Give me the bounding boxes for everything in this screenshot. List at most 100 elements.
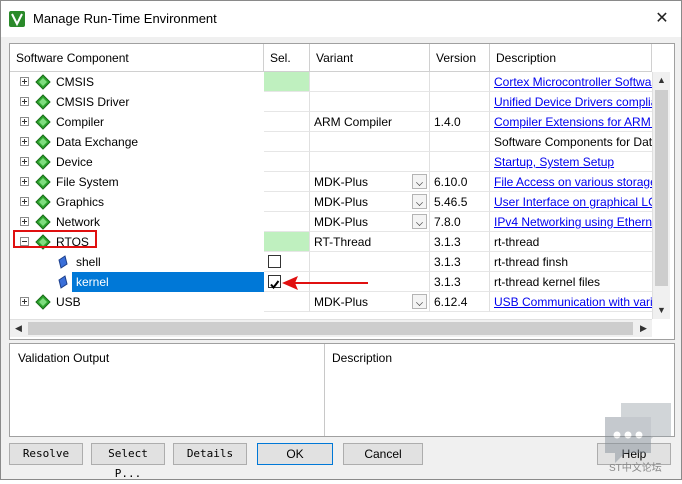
variant-cell bbox=[310, 132, 430, 152]
vertical-scroll-thumb[interactable] bbox=[655, 90, 668, 286]
version-cell bbox=[430, 152, 490, 172]
close-icon[interactable]: ✕ bbox=[647, 5, 677, 33]
horizontal-scroll-thumb[interactable] bbox=[28, 322, 633, 335]
scroll-right-icon[interactable]: ▶ bbox=[635, 320, 652, 337]
expand-icon[interactable] bbox=[20, 297, 29, 306]
header-variant[interactable]: Variant bbox=[310, 44, 430, 72]
description-link[interactable]: USB Communication with vari bbox=[490, 292, 666, 312]
component-cell[interactable]: USB bbox=[10, 292, 264, 312]
table-row[interactable]: Graphics MDK-Plus 5.46.5 User Interface on … bbox=[10, 192, 666, 212]
expand-icon[interactable] bbox=[20, 97, 29, 106]
select-packs-button[interactable]: Select P... bbox=[91, 443, 165, 480]
sel-cell[interactable] bbox=[264, 92, 310, 112]
version-cell bbox=[430, 92, 490, 112]
expand-icon[interactable] bbox=[20, 177, 29, 186]
sel-cell[interactable] bbox=[264, 232, 310, 252]
variant-cell[interactable]: MDK-Plus bbox=[310, 292, 430, 312]
component-cell[interactable]: CMSIS bbox=[10, 72, 264, 92]
resolve-button[interactable]: Resolve bbox=[9, 443, 83, 465]
checkbox[interactable] bbox=[268, 255, 281, 268]
watermark-text: ST中文论坛 bbox=[609, 463, 662, 474]
table-row[interactable]: shell 3.1.3 rt-thread finsh bbox=[10, 252, 666, 272]
expand-icon[interactable] bbox=[20, 137, 29, 146]
component-cell[interactable]: Graphics bbox=[10, 192, 264, 212]
table-row[interactable]: File System MDK-Plus 6.10.0 File Access on … bbox=[10, 172, 666, 192]
sel-cell[interactable] bbox=[264, 212, 310, 232]
variant-value: MDK-Plus bbox=[314, 215, 369, 229]
sel-cell[interactable] bbox=[264, 152, 310, 172]
description-link[interactable]: IPv4 Networking using Etherne bbox=[490, 212, 666, 232]
subcomponent-icon bbox=[58, 255, 68, 272]
sel-cell[interactable] bbox=[264, 72, 310, 92]
chevron-down-icon[interactable] bbox=[412, 194, 427, 209]
component-name: File System bbox=[56, 175, 119, 189]
annotation-arrow bbox=[282, 276, 368, 290]
expand-icon[interactable] bbox=[20, 197, 29, 206]
sel-cell[interactable] bbox=[264, 252, 310, 272]
component-cell[interactable]: CMSIS Driver bbox=[10, 92, 264, 112]
keil-app-icon bbox=[9, 11, 25, 27]
description-link[interactable]: User Interface on graphical LCI bbox=[490, 192, 666, 212]
sel-cell[interactable] bbox=[264, 132, 310, 152]
version-cell: 5.46.5 bbox=[430, 192, 490, 212]
cancel-button[interactable]: Cancel bbox=[343, 443, 423, 465]
variant-cell[interactable]: MDK-Plus bbox=[310, 212, 430, 232]
table-row[interactable]: USB MDK-Plus 6.12.4 USB Communication with … bbox=[10, 292, 666, 312]
component-name: shell bbox=[76, 255, 101, 269]
component-cell[interactable]: Compiler bbox=[10, 112, 264, 132]
ok-button[interactable]: OK bbox=[257, 443, 333, 465]
component-cell[interactable]: File System bbox=[10, 172, 264, 192]
header-software-component[interactable]: Software Component bbox=[10, 44, 264, 72]
chevron-down-icon[interactable] bbox=[412, 294, 427, 309]
header-version[interactable]: Version bbox=[430, 44, 490, 72]
table-row[interactable]: CMSIS Cortex Microcontroller Software bbox=[10, 72, 666, 92]
table-row[interactable]: CMSIS Driver Unified Device Drivers compl… bbox=[10, 92, 666, 112]
chevron-down-icon[interactable] bbox=[412, 174, 427, 189]
component-cell[interactable]: Data Exchange bbox=[10, 132, 264, 152]
table-row[interactable]: Device Startup, System Setup bbox=[10, 152, 666, 172]
component-cell[interactable]: kernel bbox=[58, 272, 264, 292]
header-description[interactable]: Description bbox=[490, 44, 652, 72]
sel-cell[interactable] bbox=[264, 172, 310, 192]
scroll-down-icon[interactable]: ▼ bbox=[653, 302, 670, 319]
check-icon bbox=[270, 280, 280, 290]
scroll-up-icon[interactable]: ▲ bbox=[653, 72, 670, 89]
description-link[interactable]: File Access on various storage bbox=[490, 172, 666, 192]
vertical-scrollbar[interactable]: ▲ ▼ bbox=[652, 72, 670, 319]
component-cell[interactable]: Network bbox=[10, 212, 264, 232]
variant-value: MDK-Plus bbox=[314, 295, 369, 309]
expand-icon[interactable] bbox=[20, 217, 29, 226]
expand-icon[interactable] bbox=[20, 117, 29, 126]
table-row[interactable]: RTOS RT-Thread 3.1.3 rt-thread bbox=[10, 232, 666, 252]
description-link[interactable]: Startup, System Setup bbox=[490, 152, 666, 172]
version-cell: 3.1.3 bbox=[430, 252, 490, 272]
component-gem-icon bbox=[35, 74, 51, 92]
table-row[interactable]: Data Exchange Software Components for Dat… bbox=[10, 132, 666, 152]
description-cell: rt-thread finsh bbox=[490, 252, 666, 272]
rte-window: Manage Run-Time Environment ✕ Software C… bbox=[0, 0, 682, 480]
component-cell[interactable]: shell bbox=[10, 252, 264, 272]
description-link[interactable]: Cortex Microcontroller Software bbox=[490, 72, 666, 92]
table-row[interactable]: Compiler ARM Compiler 1.4.0 Compiler Extens… bbox=[10, 112, 666, 132]
horizontal-scrollbar[interactable]: ◀ ▶ bbox=[10, 319, 652, 337]
description-link[interactable]: Compiler Extensions for ARM C bbox=[490, 112, 666, 132]
sel-cell[interactable] bbox=[264, 112, 310, 132]
variant-cell[interactable]: MDK-Plus bbox=[310, 172, 430, 192]
description-cell: rt-thread kernel files bbox=[490, 272, 666, 292]
variant-cell bbox=[310, 92, 430, 112]
variant-cell[interactable]: MDK-Plus bbox=[310, 192, 430, 212]
component-gem-icon bbox=[35, 114, 51, 132]
component-cell[interactable]: Device bbox=[10, 152, 264, 172]
chevron-down-icon[interactable] bbox=[412, 214, 427, 229]
expand-icon[interactable] bbox=[20, 77, 29, 86]
expand-icon[interactable] bbox=[20, 157, 29, 166]
sel-cell[interactable] bbox=[264, 292, 310, 312]
sel-cell[interactable] bbox=[264, 192, 310, 212]
description-link[interactable]: Unified Device Drivers complia bbox=[490, 92, 666, 112]
table-row[interactable]: Network MDK-Plus 7.8.0 IPv4 Networking usin… bbox=[10, 212, 666, 232]
header-sel[interactable]: Sel. bbox=[264, 44, 310, 72]
component-gem-icon bbox=[35, 154, 51, 172]
details-button[interactable]: Details bbox=[173, 443, 247, 465]
scroll-left-icon[interactable]: ◀ bbox=[10, 320, 27, 337]
variant-cell: ARM Compiler bbox=[310, 112, 430, 132]
